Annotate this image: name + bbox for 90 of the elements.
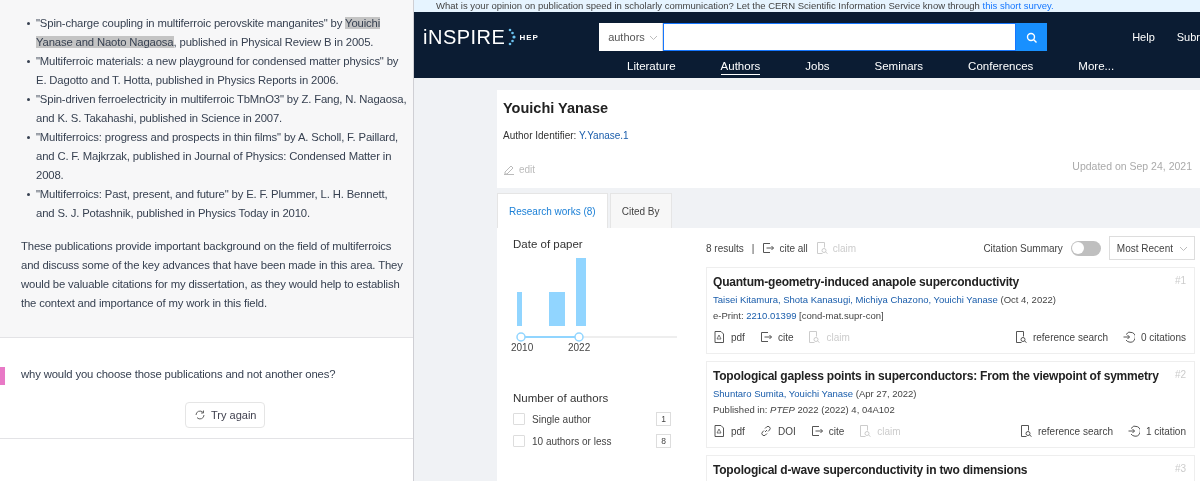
cite-button[interactable]: cite <box>810 425 845 437</box>
checkbox-label: 10 authors or less <box>532 435 612 447</box>
list-item-text: "Multiferroics: Past, present, and future" by E. F. Plummer, L. H. Bennett, and S. J. Potashnik, published in Physics Today in 2010. <box>36 187 389 221</box>
list-item-text: "Spin-charge coupling in multiferroic perovskite manganites" by Youichi Yanase and Naoto Nagaosa, published in Physical Review B in 2005. <box>36 16 382 50</box>
author-identifier: Author Identifier: Y.Yanase.1 <box>503 130 630 141</box>
tab[interactable]: Research works (8) <box>497 193 608 228</box>
survey-link[interactable]: this short survey. <box>982 0 1054 11</box>
updated-date: Updated on Sep 24, 2021 <box>1072 160 1192 172</box>
bullet-icon <box>27 22 30 25</box>
cite-all-button[interactable]: cite all <box>762 242 808 254</box>
list-item-text: "Multiferroics: progress and prospects in thin films" by A. Scholl, F. Paillard, and C. F. Majkrzak, published in Journal of Physics: Condensed Matter in 2008. <box>36 130 400 183</box>
nav-link[interactable]: More... <box>1078 59 1115 75</box>
slider-handle[interactable] <box>516 332 526 342</box>
citation-summary-label: Citation Summary <box>983 242 1063 254</box>
file-search-icon <box>815 242 828 254</box>
reference-search-button[interactable]: reference search <box>1019 425 1113 437</box>
export-icon <box>759 331 772 343</box>
export-icon <box>810 425 823 437</box>
bullet-icon <box>27 193 30 196</box>
eprint-link[interactable]: 2210.01399 <box>746 310 797 321</box>
record-authors: Shuntaro Sumita, Youichi Yanase (Apr 27, 2022) <box>713 388 918 399</box>
cite-button[interactable]: cite <box>759 331 794 343</box>
answer-paragraph: These publications provide important background on the field of multiferroics and discuss some of the key advances that have been made in this area. They would be valuable citations for my dissertation, as they would help to establish the context and importance of my work in this field. <box>21 239 404 311</box>
list-item-text: "Multiferroic materials: a new playground for condensed matter physics" by E. Dagotto and T. Hotta, published in Physics Reports in 2006. <box>36 54 400 88</box>
tab[interactable]: Cited By <box>609 193 672 228</box>
nav-link[interactable]: Conferences <box>968 59 1034 75</box>
user-avatar <box>0 367 5 385</box>
login-icon <box>1127 425 1140 437</box>
login-icon <box>1122 331 1135 343</box>
pencil-icon <box>503 163 515 175</box>
try-again-button[interactable]: Try again <box>185 402 266 428</box>
user-message: why would you choose those publications and not another ones? <box>21 368 336 380</box>
pdf-button[interactable]: pdf <box>713 425 745 437</box>
bullet-icon <box>27 136 30 139</box>
search-field[interactable] <box>663 23 1017 52</box>
count-badge: 1 <box>656 412 671 426</box>
reference-search-button[interactable]: reference search <box>1014 331 1108 343</box>
checkbox[interactable] <box>513 435 525 447</box>
count-badge: 8 <box>656 434 671 448</box>
checkbox-label: Single author <box>532 413 591 425</box>
record-authors: Taisei Kitamura, Shota Kanasugi, Michiya Chazono, Youichi Yanase (Oct 4, 2022) <box>713 294 1057 305</box>
citations-button[interactable]: 1 citation <box>1127 425 1186 437</box>
identifier-link[interactable]: Y.Yanase.1 <box>579 130 629 141</box>
separator: | <box>751 242 755 254</box>
dots-icon <box>508 28 517 47</box>
file-search-icon <box>808 331 821 343</box>
refresh-icon <box>194 409 206 421</box>
file-search-icon <box>1014 331 1027 343</box>
doi-button[interactable]: DOI <box>759 425 796 437</box>
sort-dropdown[interactable]: Most Recent <box>1108 236 1195 260</box>
header-link[interactable]: Subr <box>1176 31 1200 44</box>
site-logo[interactable]: iNSPIRE HEP <box>423 25 600 49</box>
file-search-icon <box>1019 425 1032 437</box>
message-input-area[interactable] <box>0 438 413 481</box>
histogram-drawing <box>517 258 586 326</box>
list-item-text: "Spin-driven ferroelectricity in multiferroic TbMnO3" by Z. Fang, N. Nagaosa, and K. S. Takahashi, published in Science in 2007. <box>36 92 407 126</box>
document-icon <box>713 331 725 343</box>
checkbox[interactable] <box>513 413 525 425</box>
publication-info: e-Print: 2210.01399 [cond-mat.supr-con] <box>713 310 885 321</box>
search-scope-dropdown[interactable]: authors <box>599 23 664 52</box>
nav-link[interactable]: Authors <box>720 59 761 75</box>
search-icon <box>1026 31 1038 43</box>
file-search-icon <box>859 425 872 437</box>
year-label: 2022 <box>568 342 591 353</box>
results-count: 8 results <box>706 242 744 254</box>
citations-button[interactable]: 0 citations <box>1122 331 1186 343</box>
record-title[interactable]: Topological gapless points in superconductors: From the viewpoint of symmetry <box>713 369 1159 383</box>
survey-banner-text: What is your opinion on publication speed in scholarly communication? Let the CERN Scientific Information Service know through this short survey. <box>414 0 1200 12</box>
link-icon <box>759 425 772 437</box>
nav-link[interactable]: Literature <box>627 59 676 75</box>
export-icon <box>762 242 775 254</box>
author-links[interactable]: Shuntaro Sumita, Youichi Yanase <box>713 388 854 399</box>
author-links[interactable]: Taisei Kitamura, Shota Kanasugi, Michiya Chazono, Youichi Yanase <box>713 294 998 305</box>
author-name: Youichi Yanase <box>503 100 610 116</box>
bullet-icon <box>27 60 30 63</box>
record-title[interactable]: Quantum-geometry-induced anapole superconductivity <box>713 275 1020 289</box>
document-icon <box>713 425 725 437</box>
facet-title: Number of authors <box>513 392 610 404</box>
record-title[interactable]: Topological d-wave superconductivity in two dimensions <box>713 463 1028 477</box>
search-button[interactable] <box>1016 23 1048 52</box>
toggle-switch[interactable] <box>1070 240 1101 256</box>
year-label: 2010 <box>511 342 534 353</box>
nav-link[interactable]: Seminars <box>874 59 924 75</box>
pdf-button[interactable]: pdf <box>713 331 745 343</box>
bullet-icon <box>27 98 30 101</box>
header-link[interactable]: Help <box>1132 31 1155 44</box>
nav-link[interactable]: Jobs <box>805 59 830 75</box>
publication-info: Published in: PTEP 2022 (2022) 4, 04A102 <box>713 404 896 415</box>
slider-handle[interactable] <box>574 332 584 342</box>
facet-title: Date of paper <box>513 238 584 250</box>
